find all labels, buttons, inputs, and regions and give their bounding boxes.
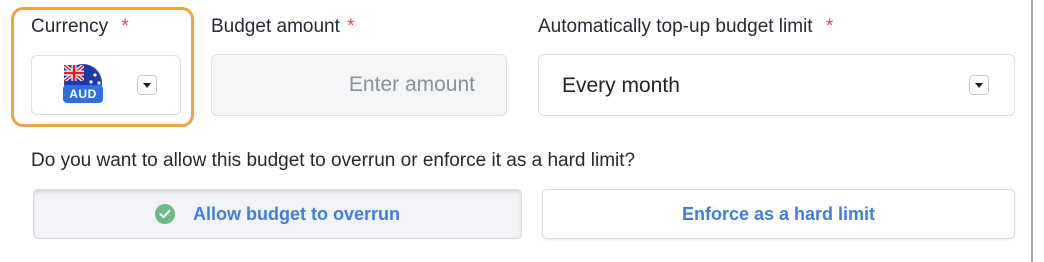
allow-overrun-button[interactable]: Allow budget to overrun	[33, 189, 522, 239]
panel-right-gutter	[1033, 0, 1044, 262]
topup-label-text: Automatically top-up budget limit	[538, 16, 813, 37]
allow-overrun-label: Allow budget to overrun	[193, 203, 400, 224]
currency-dropdown-toggle[interactable]	[137, 75, 157, 95]
overrun-question: Do you want to allow this budget to over…	[31, 150, 636, 171]
chevron-down-icon	[975, 82, 983, 88]
budget-amount-required-mark: *	[347, 16, 355, 37]
currency-label-text: Currency	[31, 16, 109, 37]
chevron-down-icon	[143, 82, 151, 88]
currency-required-mark: *	[121, 16, 129, 37]
topup-required-mark: *	[825, 16, 834, 37]
enforce-hard-limit-button[interactable]: Enforce as a hard limit	[542, 189, 1015, 239]
enforce-hard-limit-label: Enforce as a hard limit	[681, 203, 876, 224]
currency-select[interactable]: AUD	[31, 55, 181, 115]
topup-dropdown-toggle[interactable]	[969, 75, 989, 95]
check-circle-icon	[155, 204, 175, 224]
budget-amount-label-text: Budget amount	[211, 16, 340, 37]
topup-label: Automatically top-up budget limit *	[538, 16, 833, 38]
budget-amount-input[interactable]	[211, 54, 507, 116]
budget-amount-label: Budget amount *	[211, 16, 355, 38]
currency-code-badge: AUD	[63, 85, 103, 103]
currency-label: Currency *	[31, 16, 129, 38]
topup-selected-value: Every month	[562, 74, 680, 97]
topup-frequency-select[interactable]: Every month	[538, 54, 1015, 116]
